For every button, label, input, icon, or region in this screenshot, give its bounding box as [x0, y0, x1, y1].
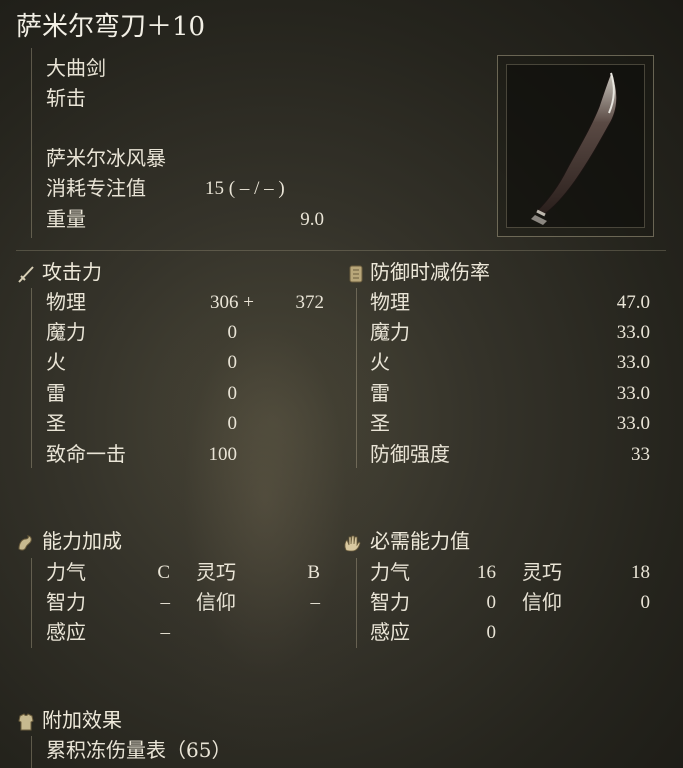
req-int-value: 0: [486, 592, 497, 613]
sword-icon: [18, 266, 34, 283]
guard-value-physical: 47.0: [616, 292, 650, 313]
requirements-header: 必需能力值: [370, 529, 470, 553]
effects-line: 累积冻伤量表（65）: [46, 738, 232, 762]
weapon-name: 萨米尔弯刀＋10: [16, 12, 206, 42]
attack-type: 斩击: [46, 86, 86, 110]
weapon-type: 大曲剑: [46, 56, 106, 80]
fp-value: 15 ( – / – ): [205, 178, 285, 199]
attack-label-critical: 致命一击: [46, 442, 126, 466]
guard-header: 防御时减伤率: [370, 260, 490, 284]
attack-label-lightning: 雷: [46, 381, 66, 405]
guard-divider: [356, 288, 357, 468]
attack-header: 攻击力: [42, 260, 102, 284]
req-dex-value: 18: [631, 562, 650, 583]
hand-icon: [344, 535, 361, 552]
attack-value-fire: 0: [227, 352, 238, 373]
scaling-divider: [31, 558, 32, 648]
armor-icon: [18, 713, 34, 731]
weight-label: 重量: [46, 207, 86, 231]
attack-value-lightning: 0: [227, 383, 238, 404]
attack-label-holy: 圣: [46, 411, 66, 435]
req-str-value: 16: [477, 562, 496, 583]
req-arc-value: 0: [486, 622, 497, 643]
scaling-str-value: C: [157, 562, 170, 583]
attack-label-magic: 魔力: [46, 320, 86, 344]
fp-label: 消耗专注值: [46, 176, 146, 200]
guard-label-boost: 防御强度: [370, 442, 450, 466]
req-int-label: 智力: [370, 590, 410, 614]
flexed-arm-icon: [18, 535, 32, 551]
req-fai-value: 0: [640, 592, 651, 613]
attack-divider: [31, 288, 32, 468]
attack-value-holy: 0: [227, 413, 238, 434]
attack-label-physical: 物理: [46, 290, 86, 314]
guard-label-holy: 圣: [370, 411, 390, 435]
attack-bonus-physical: 372: [295, 292, 325, 313]
guard-value-boost: 33: [631, 444, 650, 465]
scaling-fai-value: –: [310, 592, 321, 613]
scimitar-icon: [531, 71, 618, 225]
guard-value-fire: 33.0: [616, 352, 650, 373]
guard-value-lightning: 33.0: [616, 383, 650, 404]
scaling-fai-label: 信仰: [196, 590, 236, 614]
req-str-label: 力气: [370, 560, 410, 584]
skill-name: 萨米尔冰风暴: [46, 146, 166, 170]
info-divider: [31, 48, 32, 238]
scaling-arc-value: –: [160, 622, 171, 643]
guard-label-magic: 魔力: [370, 320, 410, 344]
guard-label-lightning: 雷: [370, 381, 390, 405]
weight-value: 9.0: [300, 209, 324, 230]
attack-label-fire: 火: [46, 350, 66, 374]
req-dex-label: 灵巧: [522, 560, 562, 584]
scaling-int-label: 智力: [46, 590, 86, 614]
scaling-arc-label: 感应: [46, 620, 86, 644]
header-divider: [16, 250, 666, 251]
requirements-divider: [356, 558, 357, 648]
effects-divider: [31, 736, 32, 768]
scaling-header: 能力加成: [42, 529, 122, 553]
guard-value-holy: 33.0: [616, 413, 650, 434]
weapon-image-frame: [497, 55, 654, 237]
attack-value-physical: 306 +: [210, 292, 254, 313]
attack-value-magic: 0: [227, 322, 238, 343]
scaling-dex-value: B: [307, 562, 320, 583]
scaling-int-value: –: [160, 592, 171, 613]
guard-label-physical: 物理: [370, 290, 410, 314]
req-arc-label: 感应: [370, 620, 410, 644]
attack-value-critical: 100: [208, 444, 238, 465]
shield-icon: [349, 265, 363, 283]
guard-label-fire: 火: [370, 350, 390, 374]
effects-header: 附加效果: [42, 708, 122, 732]
scaling-str-label: 力气: [46, 560, 86, 584]
req-fai-label: 信仰: [522, 590, 562, 614]
scaling-dex-label: 灵巧: [196, 560, 236, 584]
guard-value-magic: 33.0: [616, 322, 650, 343]
